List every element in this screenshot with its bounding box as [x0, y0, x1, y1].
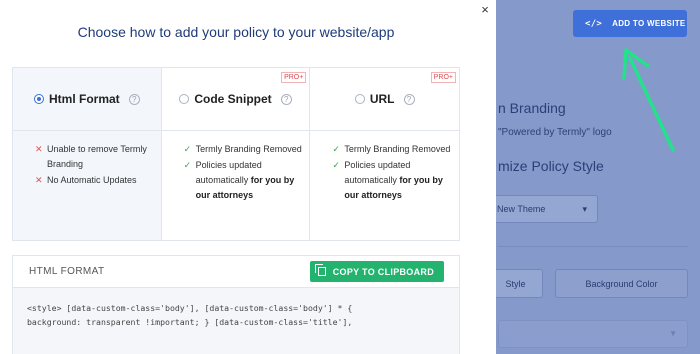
- add-policy-modal: × Choose how to add your policy to your …: [0, 0, 496, 354]
- theme-select[interactable]: New Theme ▾: [488, 195, 598, 223]
- copy-button-label: COPY TO CLIPBOARD: [332, 266, 434, 277]
- copy-to-clipboard-button[interactable]: COPY TO CLIPBOARD: [309, 261, 444, 282]
- feature-text: No Automatic Updates: [47, 175, 137, 185]
- option-url[interactable]: PRO+ URL ? ✓ Termly Branding Removed ✓ P…: [310, 68, 459, 240]
- customize-style-heading: mize Policy Style: [498, 158, 604, 174]
- check-icon: ✓: [332, 160, 340, 170]
- help-icon[interactable]: ?: [403, 93, 415, 105]
- x-icon: ✕: [35, 175, 43, 185]
- feature-list: ✓ Termly Branding Removed ✓ Policies upd…: [310, 131, 459, 203]
- code-panel-title: HTML FORMAT: [29, 266, 105, 277]
- feature-item: ✓ Policies updated automatically for you…: [332, 158, 459, 203]
- feature-item: ✕ No Automatic Updates: [35, 173, 161, 188]
- feature-item: ✓ Termly Branding Removed: [184, 142, 310, 157]
- pro-badge: PRO+: [430, 72, 456, 83]
- code-snippet[interactable]: <style> [data-custom-class='body'], [dat…: [13, 288, 459, 354]
- background-color-button[interactable]: Background Color: [555, 269, 688, 298]
- option-label: Html Format: [49, 92, 120, 106]
- check-icon: ✓: [183, 160, 192, 170]
- pro-badge: PRO+: [281, 72, 307, 83]
- close-icon[interactable]: ×: [478, 3, 492, 17]
- feature-text: Termly Branding Removed: [195, 144, 302, 154]
- feature-item: ✓ Policies updated automatically for you…: [184, 158, 310, 203]
- help-icon[interactable]: ?: [128, 93, 140, 105]
- feature-list: ✓ Termly Branding Removed ✓ Policies upd…: [162, 131, 310, 203]
- code-icon: </>: [585, 18, 603, 29]
- option-header: Html Format ?: [13, 68, 161, 131]
- chevron-down-icon: ▼: [669, 329, 677, 338]
- feature-list: ✕ Unable to remove Termly Branding ✕ No …: [13, 131, 161, 188]
- modal-title: Choose how to add your policy to your we…: [77, 24, 395, 40]
- code-line: background: transparent !important; } [d…: [27, 317, 353, 327]
- radio-html-format[interactable]: [34, 94, 44, 104]
- check-icon: ✓: [332, 144, 340, 154]
- help-icon[interactable]: ?: [280, 93, 292, 105]
- feature-item: ✓ Termly Branding Removed: [332, 142, 459, 157]
- add-to-website-button[interactable]: </> ADD TO WEBSITE: [573, 10, 687, 37]
- check-icon: ✓: [183, 144, 192, 154]
- feature-text: Termly Branding Removed: [344, 144, 451, 154]
- code-panel-header: HTML FORMAT COPY TO CLIPBOARD: [13, 256, 459, 288]
- format-options: Html Format ? ✕ Unable to remove Termly …: [12, 67, 460, 241]
- feature-text: Unable to remove Termly Branding: [47, 144, 147, 169]
- option-code-snippet[interactable]: PRO+ Code Snippet ? ✓ Termly Branding Re…: [161, 68, 311, 240]
- powered-by-text: "Powered by Termly" logo: [498, 127, 612, 138]
- theme-select-value: New Theme: [497, 204, 546, 214]
- option-html-format[interactable]: Html Format ? ✕ Unable to remove Termly …: [13, 68, 162, 240]
- branding-heading: n Branding: [498, 100, 566, 116]
- feature-item: ✕ Unable to remove Termly Branding: [35, 142, 161, 172]
- code-line: <style> [data-custom-class='body'], [dat…: [27, 303, 353, 313]
- chevron-down-icon: ▾: [582, 203, 587, 214]
- pointer-arrow-icon: [622, 48, 675, 152]
- option-label: Code Snippet: [194, 92, 272, 106]
- radio-url[interactable]: [354, 94, 365, 104]
- divider: [498, 246, 688, 247]
- style-button[interactable]: Style: [488, 269, 543, 298]
- feature-text: Policies updated automatically for you b…: [196, 158, 310, 203]
- lower-select[interactable]: ▼: [498, 320, 688, 348]
- code-panel: HTML FORMAT COPY TO CLIPBOARD <style> [d…: [12, 255, 460, 354]
- copy-icon: [314, 264, 326, 276]
- feature-text: Policies updated automatically for you b…: [344, 158, 459, 203]
- radio-code-snippet[interactable]: [179, 94, 190, 104]
- option-label: URL: [369, 92, 395, 106]
- add-to-website-label: ADD TO WEBSITE: [612, 19, 686, 28]
- x-icon: ✕: [35, 144, 43, 154]
